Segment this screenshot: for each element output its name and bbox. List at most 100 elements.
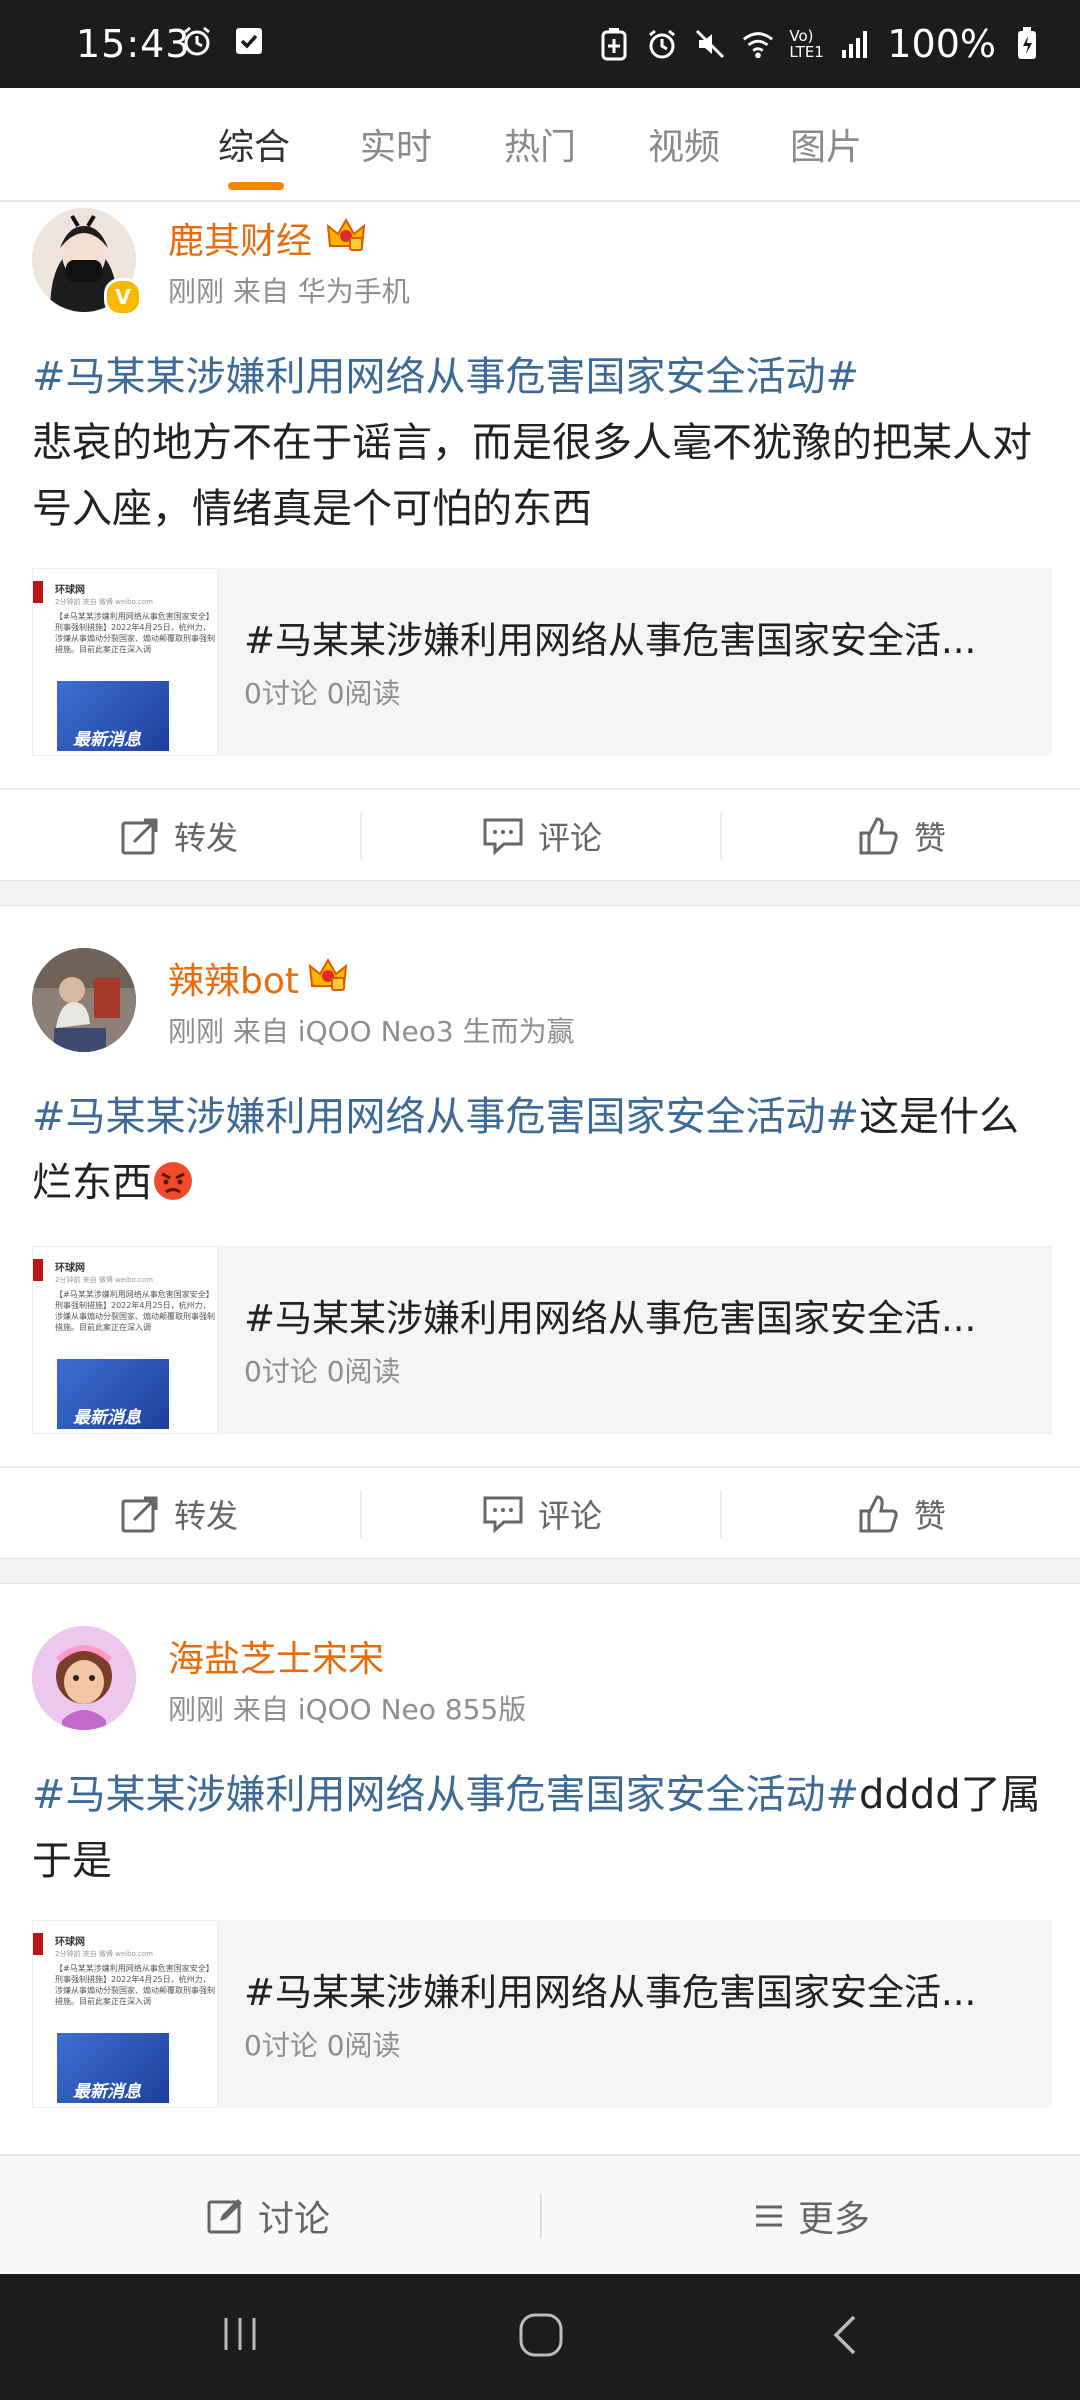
hashtag-link[interactable]: #马某某涉嫌利用网络从事危害国家安全活动# [32, 1772, 859, 1818]
repost-label: 转发 [174, 819, 239, 857]
topic-title: #马某某涉嫌利用网络从事危害国家安全活... [244, 1971, 977, 2014]
discuss-label: 讨论 [258, 2199, 331, 2240]
home-icon[interactable] [518, 2312, 564, 2362]
signal-icon [839, 27, 873, 61]
alarm-icon [645, 27, 679, 61]
network-label: Vo) LTE1 [789, 27, 824, 61]
angry-face-emoji-icon [152, 1156, 194, 1200]
thumb-banner-text: 最新消息 [73, 2082, 141, 2102]
like-button[interactable]: 赞 [858, 790, 946, 882]
more-label: 更多 [798, 2199, 871, 2240]
topic-stats: 0讨论 0阅读 [244, 1355, 401, 1388]
tab-video[interactable]: 视频 [648, 118, 720, 170]
active-tab-indicator [228, 182, 284, 190]
thumb-banner: 最新消息 [57, 1359, 169, 1429]
divider [360, 1490, 362, 1538]
topic-title: #马某某涉嫌利用网络从事危害国家安全活... [244, 619, 977, 662]
flag-decoration [33, 1259, 43, 1281]
topic-title: #马某某涉嫌利用网络从事危害国家安全活... [244, 1297, 977, 1340]
topic-thumbnail: 环球网 2分钟前 来自 微博 weibo.com 【#马某某涉嫌利用网络从事危害… [32, 1920, 218, 2108]
discuss-button[interactable]: 讨论 [206, 2156, 330, 2276]
battery-saver-icon [597, 27, 631, 61]
thumb-source: 环球网 [55, 1263, 85, 1274]
battery-percent: 100% [887, 22, 996, 66]
more-button[interactable]: 更多 [754, 2156, 870, 2276]
status-time: 15:43 [76, 22, 191, 66]
username[interactable]: 鹿其财经 [168, 212, 312, 264]
verified-badge-icon: V [104, 278, 142, 316]
post-meta: 刚刚 来自 华为手机 [168, 275, 410, 308]
comment-label: 评论 [538, 819, 603, 857]
post-separator [0, 880, 1080, 906]
repost-button[interactable]: 转发 [120, 790, 238, 882]
thumb-meta: 2分钟前 来自 微博 weibo.com [55, 598, 153, 606]
flag-decoration [33, 581, 43, 603]
divider [540, 2194, 542, 2238]
repost-label: 转发 [174, 1497, 239, 1535]
post-actions: 转发 评论 赞 [0, 788, 1080, 882]
post-text: #马某某涉嫌利用网络从事危害国家安全活动#这是什么烂东西 [32, 1084, 1052, 1216]
topic-stats: 0讨论 0阅读 [244, 677, 401, 710]
vip-crown-icon [308, 957, 348, 992]
comment-button[interactable]: 评论 [482, 790, 602, 882]
thumb-source: 环球网 [55, 1937, 85, 1948]
post-text: #马某某涉嫌利用网络从事危害国家安全活动#dddd了属于是 [32, 1762, 1052, 1894]
topic-thumbnail: 环球网 2分钟前 来自 微博 weibo.com 【#马某某涉嫌利用网络从事危害… [32, 1246, 218, 1434]
feed-post[interactable]: V 鹿其财经 刚刚 来自 华为手机 #马某某涉嫌利用网络从事危害国家安全活动# 悲… [0, 202, 1080, 882]
divider [360, 812, 362, 860]
post-actions: 转发 评论 赞 [0, 1466, 1080, 1560]
tab-images[interactable]: 图片 [790, 118, 862, 170]
recent-apps-icon[interactable] [220, 2314, 260, 2358]
status-bar: 15:43 Vo) LTE1 100% [0, 0, 1080, 88]
post-text: #马某某涉嫌利用网络从事危害国家安全活动# 悲哀的地方不在于谣言，而是很多人毫不犹… [32, 344, 1052, 542]
topic-card[interactable]: 环球网 2分钟前 来自 微博 weibo.com 【#马某某涉嫌利用网络从事危害… [32, 568, 1052, 756]
status-right-icons: Vo) LTE1 100% [597, 22, 1044, 66]
wifi-icon [741, 27, 775, 61]
post-meta: 刚刚 来自 iQOO Neo3 生而为赢 [168, 1015, 575, 1048]
like-button[interactable]: 赞 [858, 1468, 946, 1560]
tab-comprehensive[interactable]: 综合 [218, 118, 290, 170]
post-content: 悲哀的地方不在于谣言，而是很多人毫不犹豫的把某人对号入座，情绪真是个可怕的东西 [32, 420, 1032, 532]
thumb-banner-text: 最新消息 [73, 730, 141, 750]
search-tabs: 综合 实时 热门 视频 图片 [0, 88, 1080, 202]
avatar[interactable] [32, 948, 136, 1052]
feed-post[interactable]: 海盐芝士宋宋 刚刚 来自 iQOO Neo 855版 #马某某涉嫌利用网络从事危… [0, 1584, 1080, 2154]
back-icon[interactable] [830, 2314, 860, 2360]
topic-thumbnail: 环球网 2分钟前 来自 微博 weibo.com 【#马某某涉嫌利用网络从事危害… [32, 568, 218, 756]
repost-button[interactable]: 转发 [120, 1468, 238, 1560]
thumb-banner: 最新消息 [57, 2033, 169, 2103]
thumb-banner-text: 最新消息 [73, 1408, 141, 1428]
comment-label: 评论 [538, 1497, 603, 1535]
vip-crown-icon [326, 217, 366, 252]
thumb-source: 环球网 [55, 585, 85, 596]
menu-icon [756, 2205, 782, 2227]
feed-post[interactable]: 辣辣bot 刚刚 来自 iQOO Neo3 生而为赢 #马某某涉嫌利用网络从事危… [0, 906, 1080, 1560]
comment-button[interactable]: 评论 [482, 1468, 602, 1560]
username[interactable]: 海盐芝士宋宋 [168, 1630, 384, 1682]
like-label: 赞 [914, 819, 947, 857]
topic-stats: 0讨论 0阅读 [244, 2029, 401, 2062]
mute-icon [693, 27, 727, 61]
hashtag-link[interactable]: #马某某涉嫌利用网络从事危害国家安全活动# [32, 1094, 859, 1140]
thumb-text: 【#马某某涉嫌利用网络从事危害国家安全】刑事强制措施】2022年4月25日，杭州… [55, 1964, 215, 2006]
system-nav-bar [0, 2274, 1080, 2400]
flag-decoration [33, 1933, 43, 1955]
repost-icon [121, 818, 158, 855]
thumb-banner: 最新消息 [57, 681, 169, 751]
comment-icon [483, 1496, 523, 1534]
tab-realtime[interactable]: 实时 [360, 118, 432, 170]
check-box-icon [232, 24, 266, 58]
battery-icon [1010, 27, 1044, 61]
thumb-meta: 2分钟前 来自 微博 weibo.com [55, 1276, 153, 1284]
avatar[interactable] [32, 1626, 136, 1730]
thumbs-up-icon [859, 1495, 898, 1533]
username[interactable]: 辣辣bot [168, 952, 299, 1004]
hashtag-link[interactable]: #马某某涉嫌利用网络从事危害国家安全活动# [32, 354, 859, 400]
alarm-icon [180, 24, 214, 58]
topic-card[interactable]: 环球网 2分钟前 来自 微博 weibo.com 【#马某某涉嫌利用网络从事危害… [32, 1246, 1052, 1434]
tab-hot[interactable]: 热门 [504, 118, 576, 170]
divider [720, 1490, 722, 1538]
topic-card[interactable]: 环球网 2分钟前 来自 微博 weibo.com 【#马某某涉嫌利用网络从事危害… [32, 1920, 1052, 2108]
thumb-meta: 2分钟前 来自 微博 weibo.com [55, 1950, 153, 1958]
divider [720, 812, 722, 860]
